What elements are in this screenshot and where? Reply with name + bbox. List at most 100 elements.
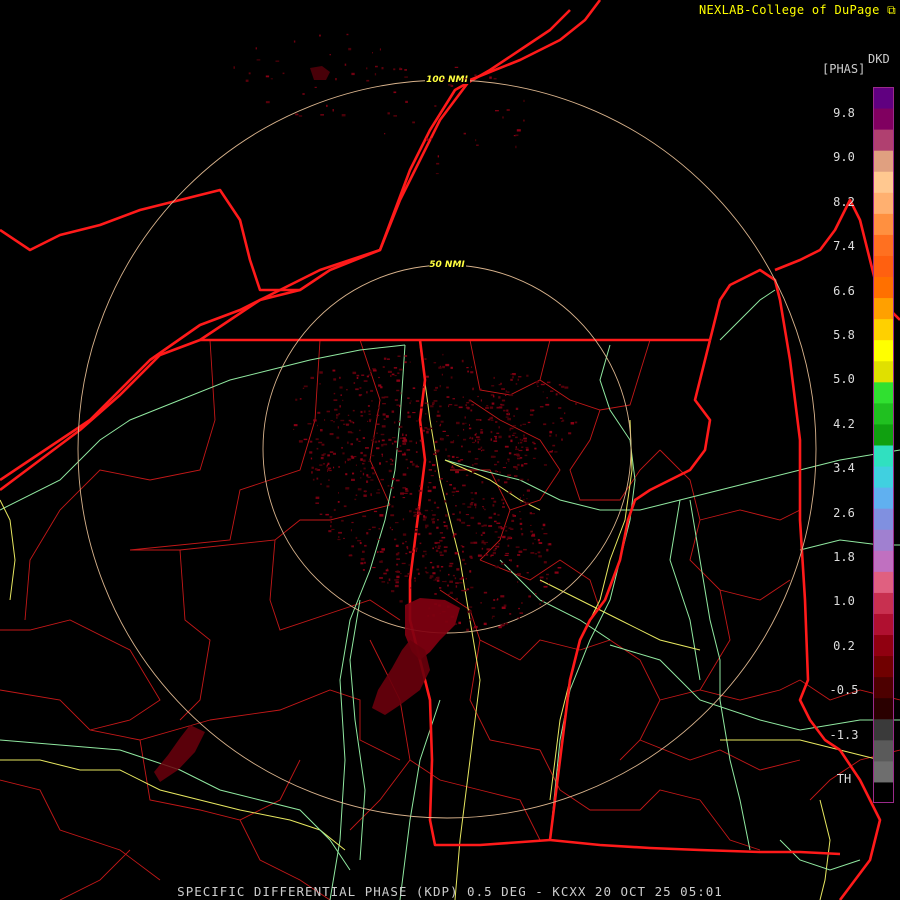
kdp-speckle-pixel bbox=[407, 411, 410, 414]
kdp-speckle-pixel bbox=[542, 391, 544, 393]
kdp-speckle-pixel bbox=[442, 581, 446, 583]
kdp-speckle-pixel bbox=[461, 546, 465, 548]
kdp-speckle-pixel bbox=[317, 411, 321, 414]
kdp-speckle-pixel bbox=[497, 514, 500, 516]
kdp-speckle-pixel bbox=[521, 533, 524, 536]
kdp-speckle-pixel bbox=[519, 511, 521, 513]
kdp-speckle-pixel bbox=[331, 528, 335, 530]
kdp-speckle-pixel bbox=[475, 532, 477, 534]
kdp-speckle-pixel bbox=[532, 409, 535, 411]
kdp-speckle-pixel bbox=[427, 489, 432, 493]
kdp-speckle-pixel bbox=[420, 406, 424, 409]
kdp-speckle-pixel bbox=[326, 104, 328, 107]
radar-map[interactable]: 100 NMI 50 NMI bbox=[0, 0, 900, 900]
kdp-speckle-pixel bbox=[415, 527, 418, 530]
kdp-speckle-pixel bbox=[313, 419, 317, 422]
kdp-speckle-pixel bbox=[445, 514, 448, 517]
kdp-speckle-pixel bbox=[502, 502, 505, 505]
kdp-speckle-pixel bbox=[472, 442, 475, 443]
kdp-speckle-pixel bbox=[363, 380, 368, 382]
kdp-speckle-pixel bbox=[505, 416, 509, 418]
kdp-speckle-pixel bbox=[389, 526, 392, 529]
kdp-speckle-pixel bbox=[349, 554, 352, 556]
kdp-speckle-pixel bbox=[506, 478, 510, 480]
kdp-speckle-pixel bbox=[407, 467, 409, 469]
kdp-speckle-pixel bbox=[362, 515, 367, 518]
kdp-speckle-pixel bbox=[455, 597, 458, 601]
kdp-speckle-pixel bbox=[491, 402, 495, 405]
kdp-speckle-pixel bbox=[482, 555, 484, 557]
kdp-speckle-pixel bbox=[409, 492, 413, 495]
legend-tick: 4.2 bbox=[833, 416, 855, 431]
kdp-speckle-pixel bbox=[436, 579, 440, 582]
kdp-speckle-pixel bbox=[342, 399, 344, 402]
kdp-speckle-pixel bbox=[410, 400, 412, 402]
kdp-speckle-pixel bbox=[381, 581, 386, 583]
legend-tick: 9.8 bbox=[833, 106, 855, 120]
kdp-speckle-pixel bbox=[510, 439, 513, 443]
kdp-speckle-pixel bbox=[448, 593, 450, 596]
kdp-speckle-pixel bbox=[492, 552, 496, 555]
kdp-speckle-pixel bbox=[409, 440, 413, 443]
kdp-speckle-pixel bbox=[402, 497, 406, 499]
kdp-speckle-pixel bbox=[351, 478, 355, 481]
kdp-speckle-pixel bbox=[525, 446, 529, 448]
kdp-speckle-pixel bbox=[539, 603, 542, 606]
kdp-speckle-pixel bbox=[398, 368, 403, 371]
kdp-speckle-pixel bbox=[337, 501, 340, 503]
kdp-speckle-pixel bbox=[494, 548, 497, 550]
kdp-speckle-pixel bbox=[383, 443, 388, 446]
kdp-speckle-pixel bbox=[501, 527, 505, 530]
kdp-speckle-pixel bbox=[446, 435, 449, 437]
kdp-speckle-pixel bbox=[474, 492, 477, 495]
kdp-speckle-pixel bbox=[396, 404, 400, 406]
kdp-speckle-pixel bbox=[361, 374, 365, 376]
kdp-speckle-pixel bbox=[570, 422, 575, 425]
kdp-speckle-pixel bbox=[393, 115, 397, 117]
kdp-speckle-pixel bbox=[370, 389, 374, 392]
kdp-speckle-pixel bbox=[405, 458, 408, 461]
kdp-speckle-pixel bbox=[433, 453, 437, 455]
kdp-speckle-pixel bbox=[534, 447, 537, 450]
kdp-speckle-pixel bbox=[439, 532, 443, 534]
kdp-speckle-pixel bbox=[450, 376, 453, 379]
radar-returns bbox=[154, 33, 578, 782]
legend-swatch bbox=[874, 697, 893, 720]
kdp-speckle-pixel bbox=[517, 378, 519, 381]
kdp-speckle-pixel bbox=[351, 72, 355, 76]
kdp-speckle-pixel bbox=[470, 371, 474, 374]
legend-swatch bbox=[874, 423, 893, 446]
kdp-speckle-pixel bbox=[521, 602, 523, 604]
kdp-speckle-pixel bbox=[548, 583, 550, 585]
kdp-speckle-pixel bbox=[428, 469, 432, 471]
legend-swatch bbox=[874, 781, 893, 803]
kdp-speckle-pixel bbox=[550, 390, 554, 392]
kdp-speckle-pixel bbox=[233, 66, 235, 69]
kdp-speckle-pixel bbox=[336, 414, 339, 417]
kdp-speckle-pixel bbox=[463, 428, 465, 431]
kdp-speckle-pixel bbox=[388, 469, 392, 473]
kdp-speckle-pixel bbox=[338, 536, 340, 538]
kdp-speckle-pixel bbox=[501, 388, 505, 390]
legend-swatch bbox=[874, 592, 893, 614]
kdp-speckle-pixel bbox=[574, 421, 578, 424]
kdp-speckle-pixel bbox=[500, 404, 505, 406]
kdp-speckle-pixel bbox=[538, 555, 542, 558]
product-caption: SPECIFIC DIFFERENTIAL PHASE (KDP) 0.5 DE… bbox=[177, 884, 723, 899]
kdp-speckle-pixel bbox=[452, 398, 455, 400]
kdp-speckle-pixel bbox=[378, 406, 381, 410]
kdp-speckle-pixel bbox=[437, 547, 441, 549]
kdp-speckle-pixel bbox=[330, 525, 332, 528]
kdp-speckle-pixel bbox=[339, 386, 343, 389]
kdp-speckle-pixel bbox=[517, 442, 520, 444]
kdp-speckle-pixel bbox=[490, 438, 492, 441]
kdp-speckle-pixel bbox=[483, 507, 485, 509]
kdp-speckle-pixel bbox=[442, 353, 444, 356]
kdp-speckle-pixel bbox=[383, 572, 387, 575]
kdp-speckle-pixel bbox=[393, 367, 398, 369]
kdp-speckle-pixel bbox=[378, 376, 380, 379]
kdp-speckle-pixel bbox=[402, 542, 405, 545]
kdp-speckle-pixel bbox=[469, 606, 473, 608]
kdp-speckle-pixel bbox=[480, 534, 483, 536]
legend-swatch bbox=[874, 129, 893, 151]
